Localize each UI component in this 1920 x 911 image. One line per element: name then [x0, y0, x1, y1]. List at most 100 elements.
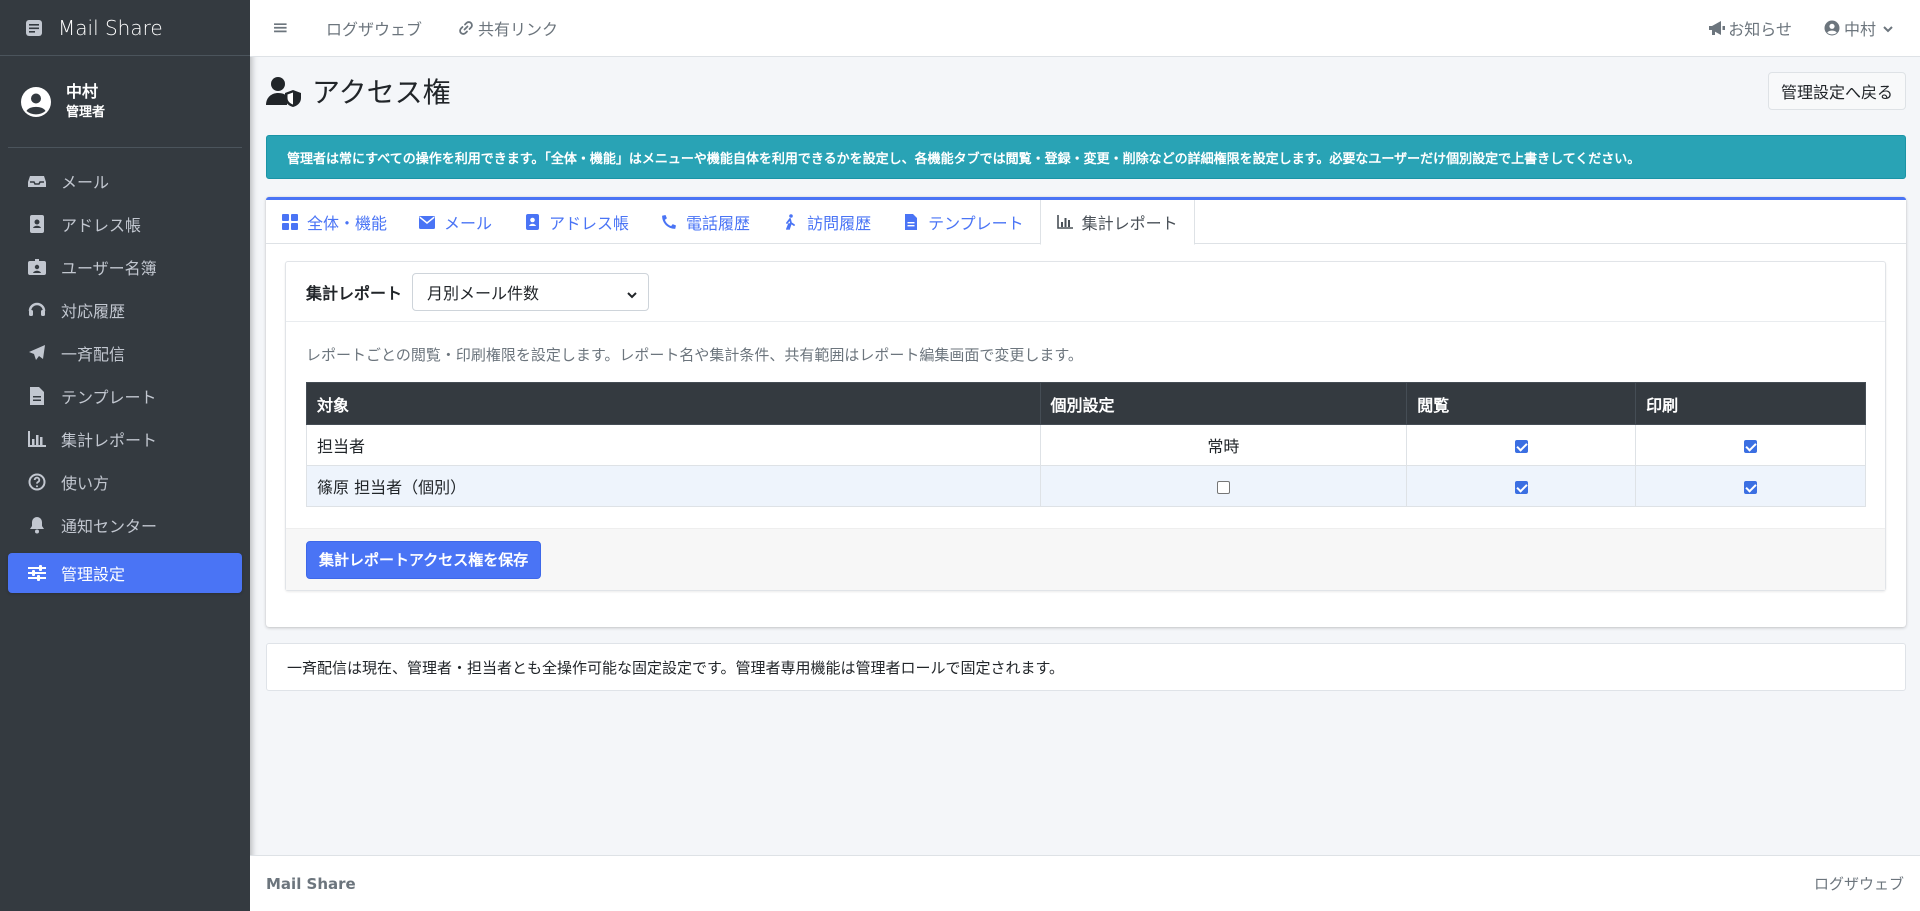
sidebar-item-label: テンプレート [61, 388, 157, 407]
envelope-icon [419, 214, 436, 230]
print-checkbox[interactable] [1744, 439, 1758, 453]
sidebar-item-template[interactable]: テンプレート [8, 376, 242, 416]
brand-name: Mail Share [58, 15, 163, 40]
inbox-icon [27, 171, 47, 191]
sidebar-item-label: 管理設定 [61, 565, 126, 584]
back-to-admin-settings-button[interactable]: 管理設定へ戻る [1767, 72, 1906, 110]
page-title: アクセス権 [312, 76, 451, 109]
view-cell [1406, 424, 1637, 466]
user-panel[interactable]: 中村 管理者 [8, 56, 242, 148]
sidebar-item-mail[interactable]: メール [8, 161, 242, 201]
tab-label: 電話履歴 [686, 214, 751, 233]
topbar-link-share[interactable]: 共有リンク [458, 16, 558, 40]
tab-reports[interactable]: 集計レポート [1039, 200, 1195, 245]
walking-icon [782, 214, 798, 230]
report-select-label: 集計レポート [306, 283, 403, 303]
brand[interactable]: Mail Share [0, 0, 250, 56]
page-header: アクセス権 管理設定へ戻る [266, 57, 1906, 125]
report-select[interactable]: 月別メール件数 [412, 272, 650, 311]
tab-visit-history[interactable]: 訪問履歴 [766, 200, 887, 244]
tab-label: テンプレート [928, 214, 1024, 233]
tab-phone-history[interactable]: 電話履歴 [645, 200, 766, 244]
chevron-down-icon [1882, 20, 1898, 36]
info-alert: 管理者は常にすべての操作を利用できます。「全体・機能」はメニューや機能自体を利用… [266, 135, 1906, 179]
page-footer: Mail Share ログザウェブ [250, 855, 1920, 911]
tab-overall-features[interactable]: 全体・機能 [266, 200, 403, 244]
sidebar-item-notifications[interactable]: 通知センター [8, 505, 242, 545]
column-header-view: 閲覧 [1406, 382, 1637, 425]
table-row: 担当者 常時 [306, 424, 1866, 466]
topbar-user-menu[interactable]: 中村 [1824, 16, 1898, 40]
address-book-icon [524, 214, 540, 230]
sidebar-item-reports[interactable]: 集計レポート [8, 419, 242, 459]
topbar-user-name: 中村 [1843, 20, 1876, 39]
row-target: 篠原 担当者（個別） [306, 465, 1041, 507]
view-checkbox[interactable] [1514, 439, 1528, 453]
access-card: 全体・機能 メール アドレス帳 電話履歴 訪問履歴 テンプレート 集計レポート … [266, 197, 1906, 627]
topbar-notice[interactable]: お知らせ [1708, 16, 1792, 40]
sidebar-item-label: ユーザー名簿 [61, 259, 157, 278]
column-header-individual: 個別設定 [1039, 382, 1408, 425]
sidebar-item-label: 使い方 [61, 474, 110, 493]
tab-mail[interactable]: メール [403, 200, 508, 244]
user-name: 中村 [66, 81, 99, 101]
tab-label: 訪問履歴 [807, 214, 872, 233]
sidebar-item-admin-settings[interactable]: 管理設定 [8, 553, 242, 593]
topbar-link-label: 共有リンク [478, 20, 559, 39]
footer-link[interactable]: ログザウェブ [1814, 873, 1904, 894]
id-badge-icon [27, 257, 47, 277]
bell-icon [27, 515, 47, 535]
save-report-permissions-button[interactable]: 集計レポートアクセス権を保存 [306, 540, 542, 579]
print-cell [1635, 465, 1866, 507]
topbar: ≡ ログザウェブ 共有リンク お知らせ 中村 [250, 0, 1920, 57]
topbar-link-logzaweb[interactable]: ログザウェブ [326, 16, 422, 40]
sidebar-item-label: 通知センター [61, 517, 158, 536]
broadcast-note: 一斉配信は現在、管理者・担当者とも全操作可能な固定設定です。管理者専用機能は管理… [266, 643, 1906, 691]
sidebar-item-label: メール [61, 173, 110, 192]
topbar-notice-label: お知らせ [1728, 20, 1792, 39]
bar-chart-icon [27, 429, 47, 449]
individual-setting-checkbox[interactable] [1216, 480, 1230, 494]
column-header-target: 対象 [306, 382, 1041, 425]
sidebar-item-history[interactable]: 対応履歴 [8, 290, 242, 330]
tab-label: アドレス帳 [549, 214, 630, 233]
report-selector-row: 集計レポート 月別メール件数 [286, 262, 1885, 322]
sidebar-item-user-directory[interactable]: ユーザー名簿 [8, 247, 242, 287]
print-checkbox[interactable] [1744, 480, 1758, 494]
user-shield-icon [266, 75, 302, 107]
tab-label: メール [444, 214, 493, 233]
mail-box-icon [22, 16, 46, 40]
paper-plane-icon [27, 343, 47, 363]
sidebar-item-label: アドレス帳 [61, 216, 142, 235]
row-individual-status: 常時 [1039, 424, 1408, 466]
user-avatar-icon [20, 86, 52, 118]
report-select-value: 月別メール件数 [427, 283, 540, 303]
hamburger-menu-icon[interactable]: ≡ [272, 17, 292, 38]
sidebar-item-help[interactable]: 使い方 [8, 462, 242, 502]
tab-template[interactable]: テンプレート [887, 200, 1040, 244]
chevron-down-icon [626, 286, 638, 298]
report-permissions-panel: 集計レポート 月別メール件数 レポートごとの閲覧・印刷権限を設定します。レポート… [285, 261, 1886, 591]
sidebar-item-label: 一斉配信 [61, 345, 126, 364]
view-checkbox[interactable] [1514, 480, 1528, 494]
megaphone-icon [1708, 20, 1726, 36]
sidebar-item-label: 対応履歴 [61, 302, 126, 321]
user-role: 管理者 [66, 104, 106, 120]
sidebar-item-broadcast[interactable]: 一斉配信 [8, 333, 242, 373]
sidebar: Mail Share 中村 管理者 メール アドレス帳 ユーザー名簿 対応履歴 [0, 0, 250, 911]
permission-tabs: 全体・機能 メール アドレス帳 電話履歴 訪問履歴 テンプレート 集計レポート [266, 200, 1906, 245]
main-content: アクセス権 管理設定へ戻る 管理者は常にすべての操作を利用できます。「全体・機能… [266, 57, 1906, 691]
sidebar-item-address-book[interactable]: アドレス帳 [8, 204, 242, 244]
tab-address-book[interactable]: アドレス帳 [508, 200, 645, 244]
link-icon [458, 20, 474, 36]
address-book-icon [27, 214, 47, 234]
footer-app-name: Mail Share [266, 874, 356, 893]
bar-chart-icon [1056, 214, 1073, 230]
grid-icon [282, 214, 298, 230]
tab-label: 集計レポート [1081, 214, 1178, 233]
report-permission-table: 対象 個別設定 閲覧 印刷 担当者 常時 篠原 担当者（個別） [306, 382, 1866, 507]
print-cell [1635, 424, 1866, 466]
user-circle-icon [1824, 20, 1840, 36]
sidebar-item-label: 集計レポート [61, 431, 158, 450]
topbar-link-label: ログザウェブ [326, 20, 423, 39]
